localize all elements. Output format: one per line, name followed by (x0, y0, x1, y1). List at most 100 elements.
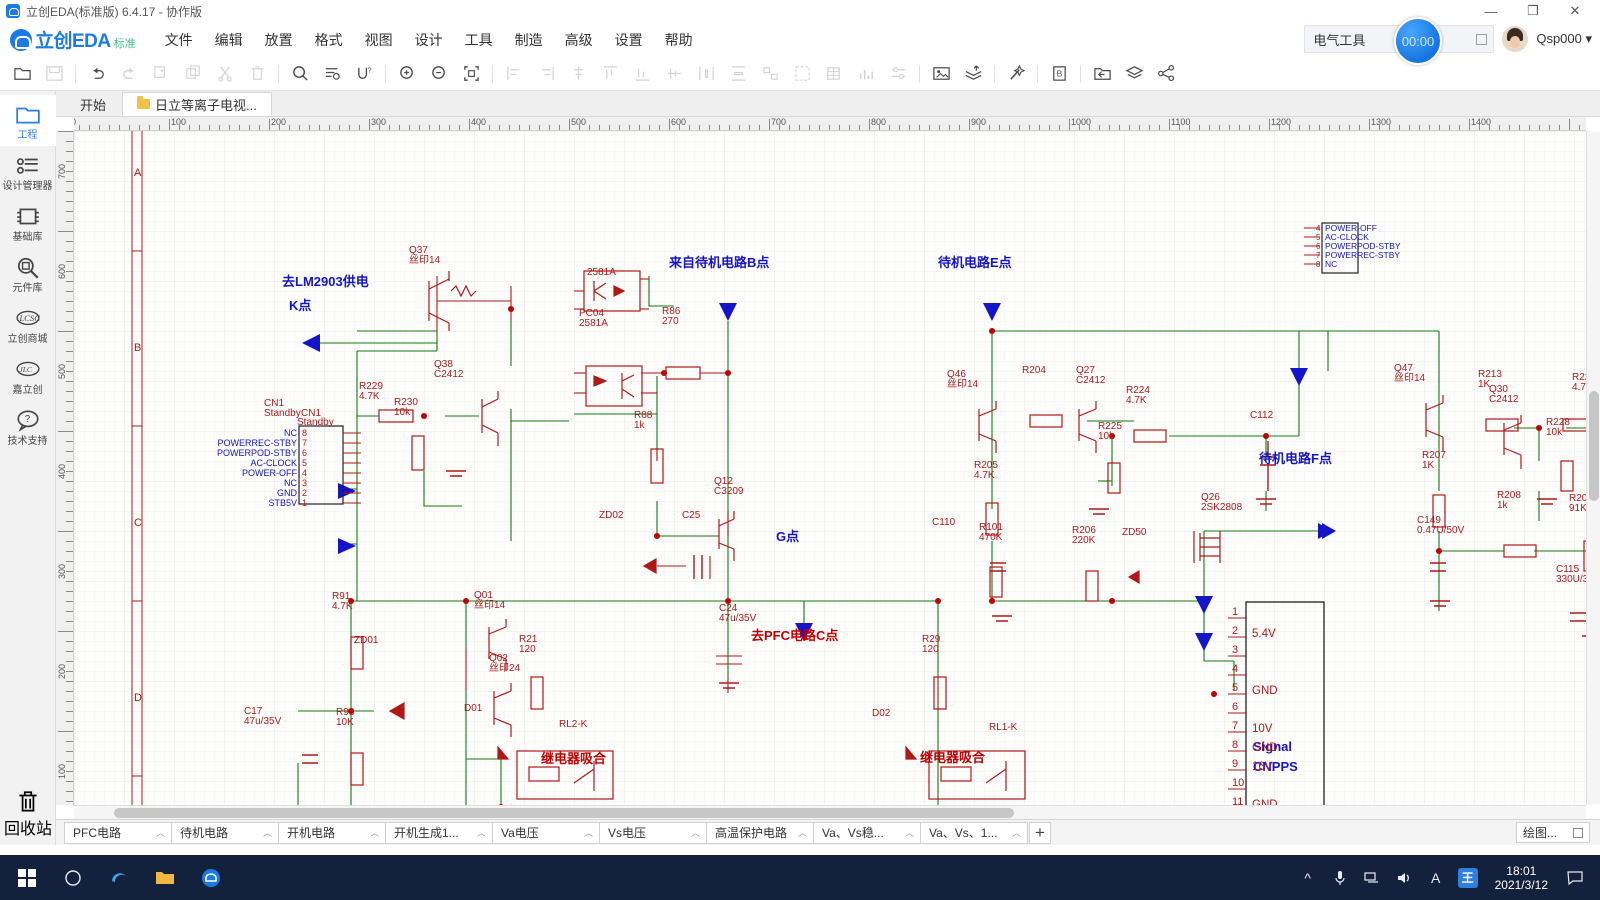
chevron-up-icon[interactable]: ︿ (156, 826, 165, 839)
chevron-up-icon[interactable]: ︿ (263, 826, 272, 839)
lceda-taskbar-icon[interactable] (188, 855, 234, 900)
network-icon[interactable] (1357, 855, 1387, 900)
layers-icon[interactable] (1118, 60, 1150, 88)
menu-item-6[interactable]: 工具 (454, 26, 504, 54)
chevron-up-icon[interactable]: ︿ (905, 826, 914, 839)
cn1-pin-label-6: GND (277, 488, 298, 498)
menu-item-0[interactable]: 文件 (154, 26, 204, 54)
ruler-label: 1100 (1171, 117, 1191, 127)
minimize-button[interactable]: — (1470, 0, 1512, 22)
menu-item-3[interactable]: 格式 (304, 26, 354, 54)
sidebar-trash[interactable]: 回收站 (0, 789, 56, 839)
ruler-tick (66, 641, 73, 642)
chevron-up-icon[interactable]: ^ (1293, 855, 1323, 900)
menu-item-10[interactable]: 帮助 (654, 26, 704, 54)
ime-badge-icon[interactable]: 王 (1453, 855, 1483, 900)
ruler-tick (66, 721, 73, 722)
schematic-canvas[interactable]: 去LM2903供电 K点 来自待机电路B点 待机电路E点 待机电路F点 G点 去PFC电路C… (74, 131, 1586, 805)
sidebar-item-6[interactable]: ? 技术支持 (0, 401, 56, 452)
document-tab-0[interactable]: 开始 (66, 92, 120, 116)
ruler-tick (66, 751, 73, 752)
cnpps-pin-num-2: 3 (1232, 644, 1238, 656)
image-frame-icon[interactable] (925, 60, 957, 88)
search-icon[interactable] (284, 60, 316, 88)
sidebar-item-1[interactable]: 设计管理器 (0, 146, 56, 197)
document-tab-bar: 开始 日立等离子电视... (56, 91, 1600, 117)
svg-text:?: ? (24, 414, 30, 425)
cortana-search-icon[interactable] (50, 855, 96, 900)
sheet-tab-4[interactable]: Va电压 ︿ (492, 821, 600, 844)
sheet-tab-2[interactable]: 开机电路 ︿ (278, 821, 386, 844)
file-explorer-icon[interactable] (142, 855, 188, 900)
sheet-tab-5[interactable]: Vs电压 ︿ (599, 821, 707, 844)
share-icon[interactable] (1150, 60, 1182, 88)
import-icon[interactable] (1086, 60, 1118, 88)
layers-up-icon[interactable] (957, 60, 989, 88)
notification-icon[interactable] (1560, 855, 1590, 900)
open-folder-icon[interactable] (6, 60, 38, 88)
ruler-tick (66, 271, 73, 272)
toolbar-separator (1080, 64, 1081, 83)
horizontal-ruler[interactable]: 0 100 200 300 400 500 600 700 800 900 1000 1100 1200… (74, 117, 1586, 131)
zoom-in-icon[interactable] (391, 60, 423, 88)
chevron-up-icon[interactable]: ︿ (477, 826, 486, 839)
draw-status-box[interactable]: 绘图... (1516, 822, 1590, 843)
avatar[interactable] (1502, 26, 1529, 52)
undo-query-icon[interactable]: ? (348, 60, 380, 88)
sheet-tab-1[interactable]: 待机电路 ︿ (171, 821, 279, 844)
fit-screen-icon[interactable] (455, 60, 487, 88)
horizontal-scroll-thumb[interactable] (114, 808, 1014, 818)
horizontal-scrollbar[interactable] (74, 805, 1586, 819)
sidebar-item-5[interactable]: JLC 嘉立创 (0, 350, 56, 401)
sidebar-item-3[interactable]: 元件库 (0, 248, 56, 299)
document-tab-1[interactable]: 日立等离子电视... (122, 92, 272, 116)
clock[interactable]: 18:01 2021/3/12 (1485, 864, 1558, 892)
zoom-out-icon[interactable] (423, 60, 455, 88)
component-value-22: 120 (922, 644, 939, 655)
user-menu[interactable]: Qsp000 ▾ (1536, 31, 1592, 47)
menu-item-4[interactable]: 视图 (354, 26, 404, 54)
menu-item-7[interactable]: 制造 (504, 26, 554, 54)
cnpps-pin-num-3: 4 (1232, 663, 1238, 675)
sheet-tab-3[interactable]: 开机生成1... ︿ (385, 821, 493, 844)
chevron-up-icon[interactable]: ︿ (691, 826, 700, 839)
menu-item-1[interactable]: 编辑 (204, 26, 254, 54)
cnpps-pin-label-4: GND (1252, 685, 1278, 697)
toolbar-separator (75, 64, 76, 83)
microphone-icon[interactable] (1325, 855, 1355, 900)
chevron-up-icon[interactable]: ︿ (584, 826, 593, 839)
chevron-up-icon[interactable]: ︿ (370, 826, 379, 839)
vertical-scrollbar[interactable] (1586, 131, 1600, 805)
ruler-tick (66, 581, 73, 582)
sidebar-item-4[interactable]: LCSC 立创商城 (0, 299, 56, 350)
menu-item-5[interactable]: 设计 (404, 26, 454, 54)
menu-item-8[interactable]: 高级 (554, 26, 604, 54)
sheet-tab-8[interactable]: Va、Vs、1... ︿ (920, 821, 1028, 844)
ime-letter[interactable]: A (1421, 855, 1451, 900)
menu-item-2[interactable]: 放置 (254, 26, 304, 54)
sidebar-item-2[interactable]: 基础库 (0, 197, 56, 248)
volume-icon[interactable] (1389, 855, 1419, 900)
sidebar-item-0[interactable]: 工程 (0, 95, 56, 146)
magic-wand-icon[interactable] (1000, 60, 1032, 88)
component-value-7: 1k (634, 420, 646, 431)
find-list-icon[interactable] (316, 60, 348, 88)
menu-item-9[interactable]: 设置 (604, 26, 654, 54)
ruler-tick (66, 321, 73, 322)
close-button[interactable]: ✕ (1554, 0, 1596, 22)
undo-icon[interactable] (81, 60, 113, 88)
chevron-up-icon[interactable]: ︿ (798, 826, 807, 839)
start-button[interactable] (4, 855, 50, 900)
ruler-tick (1269, 119, 1270, 130)
vertical-ruler[interactable]: 700 600 500 400 300 200 100 (56, 131, 74, 805)
add-sheet-button[interactable]: + (1029, 821, 1051, 844)
sheet-tab-0[interactable]: PFC电路 ︿ (64, 821, 172, 844)
chevron-up-icon[interactable]: ︿ (1012, 826, 1021, 839)
sheet-tab-6[interactable]: 高温保护电路 ︿ (706, 821, 814, 844)
vertical-scroll-thumb[interactable] (1589, 391, 1599, 501)
edge-browser-icon[interactable] (96, 855, 142, 900)
bom-icon[interactable]: B (1043, 60, 1075, 88)
maximize-button[interactable]: ❐ (1512, 0, 1554, 22)
session-timer-badge[interactable]: 00:00 (1394, 17, 1442, 65)
sheet-tab-7[interactable]: Va、Vs稳... ︿ (813, 821, 921, 844)
